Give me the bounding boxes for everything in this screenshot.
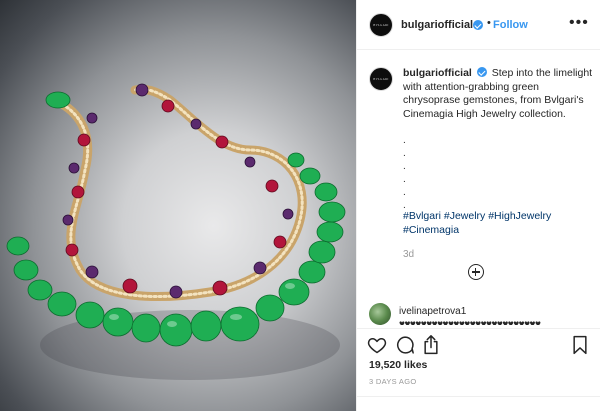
caption-dot: . [403,187,406,198]
post-image[interactable] [0,0,356,411]
post-date[interactable]: 3 DAYS AGO [369,377,416,386]
caption-dots: . . . . . . [403,134,406,212]
heart-icon[interactable] [367,335,387,355]
verified-badge-icon [476,67,487,77]
follow-button[interactable]: Follow [493,19,528,31]
post-sidebar: BVLGARI bulgariofficial • Follow ••• BVL… [356,0,600,411]
comment: ivelinapetrova1 ♥♥♥♥♥♥♥♥♥♥♥♥♥♥♥♥♥♥♥♥♥♥♥♥… [399,305,595,325]
comment-icon[interactable] [395,335,415,355]
save-icon[interactable] [571,335,589,355]
comment-text: ♥♥♥♥♥♥♥♥♥♥♥♥♥♥♥♥♥♥♥♥♥♥♥♥♥♥ [399,319,541,325]
caption-dot: . [403,161,406,172]
separator-dot: • [487,17,491,29]
caption-time-ago[interactable]: 3d [403,249,414,260]
hashtag-link[interactable]: #Cinemagia [403,224,459,236]
avatar[interactable]: BVLGARI [369,13,393,37]
commenter-avatar[interactable] [369,303,391,325]
hashtag-link[interactable]: #Jewelry [444,210,485,222]
caption-avatar[interactable]: BVLGARI [369,67,393,91]
share-icon[interactable] [421,334,441,356]
likes-count[interactable]: 19,520 likes [369,359,427,371]
load-more-comments-icon[interactable] [468,264,484,280]
caption-dot: . [403,174,406,185]
post-caption: bulgariofficial Step into the limelight … [403,67,593,121]
more-options-icon[interactable]: ••• [569,14,589,32]
caption-dot: . [403,148,406,159]
instagram-post: BVLGARI bulgariofficial • Follow ••• BVL… [0,0,600,411]
hashtags: #Bvlgari #Jewelry #HighJewelry #Cinemagi… [403,209,593,237]
caption-username[interactable]: bulgariofficial [403,67,472,79]
header-username[interactable]: bulgariofficial [401,19,473,31]
post-header: BVLGARI bulgariofficial • Follow ••• [357,0,600,50]
comment-username[interactable]: ivelinapetrova1 [399,306,466,317]
action-bar [357,328,600,362]
avatar-logo-text: BVLGARI [373,77,389,81]
verified-badge-icon [473,20,483,30]
avatar-logo-text: BVLGARI [373,23,389,27]
hashtag-link[interactable]: #Bvlgari [403,210,441,222]
caption-dot: . [403,135,406,146]
hashtag-link[interactable]: #HighJewelry [488,210,551,222]
add-comment-bar[interactable] [357,396,600,411]
necklace-photo [6,83,346,380]
